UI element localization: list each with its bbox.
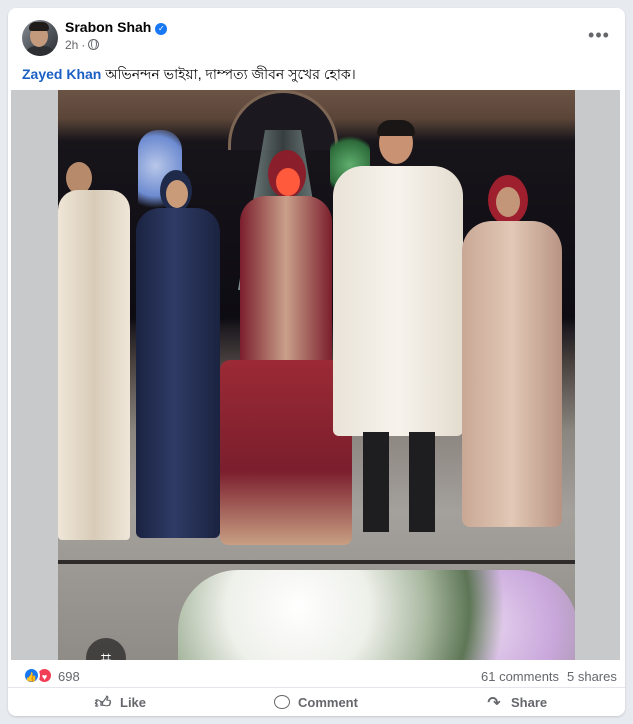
share-arrow-icon: ↷ — [487, 695, 501, 712]
reaction-stats-bar: 👍 ♥ 698 61 comments 5 shares — [8, 660, 625, 688]
more-options-button[interactable]: ••• — [583, 20, 615, 52]
globe-icon — [88, 39, 100, 50]
avatar-shirt — [24, 46, 56, 56]
post-caption: Zayed Khan অভিনন্দন ভাইয়া, দাম্পত্য জীব… — [22, 63, 356, 87]
photo-person-1 — [58, 160, 130, 540]
photo-person-5 — [456, 175, 566, 527]
post-actions: 👍︎ Like Comment ↷ Share — [8, 688, 625, 716]
reaction-count[interactable]: 698 — [58, 669, 80, 684]
photo-person-groom — [333, 120, 463, 532]
caption-text: অভিনন্দন ভাইয়া, দাম্পত্য জীবন সুখের হোক… — [101, 66, 356, 82]
comments-count[interactable]: 61 comments — [481, 669, 559, 684]
post-photo-frame[interactable]: ⌗ — [11, 90, 620, 660]
avatar-hair — [29, 22, 49, 31]
comment-button[interactable]: Comment — [274, 690, 358, 716]
like-button-label: Like — [120, 695, 147, 710]
share-button[interactable]: ↷ Share — [485, 690, 547, 716]
meta-separator: · — [81, 38, 86, 52]
share-button-label: Share — [511, 695, 548, 710]
post-header: Srabon Shah ✓ 2h · ••• — [8, 8, 625, 64]
like-button[interactable]: 👍︎ Like — [94, 690, 146, 716]
post-meta: 2h · — [65, 38, 100, 52]
photo-person-2 — [128, 170, 224, 540]
mention-link[interactable]: Zayed Khan — [22, 66, 101, 82]
post-photo[interactable] — [58, 90, 575, 660]
shares-count[interactable]: 5 shares — [567, 669, 617, 684]
comment-icon — [274, 695, 290, 709]
post-card: Srabon Shah ✓ 2h · ••• Zayed Khan অভিনন্দন… — [8, 8, 625, 716]
post-time[interactable]: 2h — [65, 38, 78, 52]
like-reaction-icon[interactable]: 👍 — [23, 667, 40, 684]
photo-floor-line — [58, 560, 575, 564]
verified-badge-icon: ✓ — [155, 23, 168, 35]
ellipsis-icon: ••• — [588, 25, 610, 45]
author-avatar[interactable] — [22, 20, 58, 56]
comment-button-label: Comment — [298, 695, 358, 710]
author-name-row: Srabon Shah ✓ — [65, 19, 168, 35]
photo-flowers-bottom — [178, 570, 575, 660]
thumbs-up-icon: 👍︎ — [94, 695, 112, 712]
author-name[interactable]: Srabon Shah — [65, 19, 151, 35]
